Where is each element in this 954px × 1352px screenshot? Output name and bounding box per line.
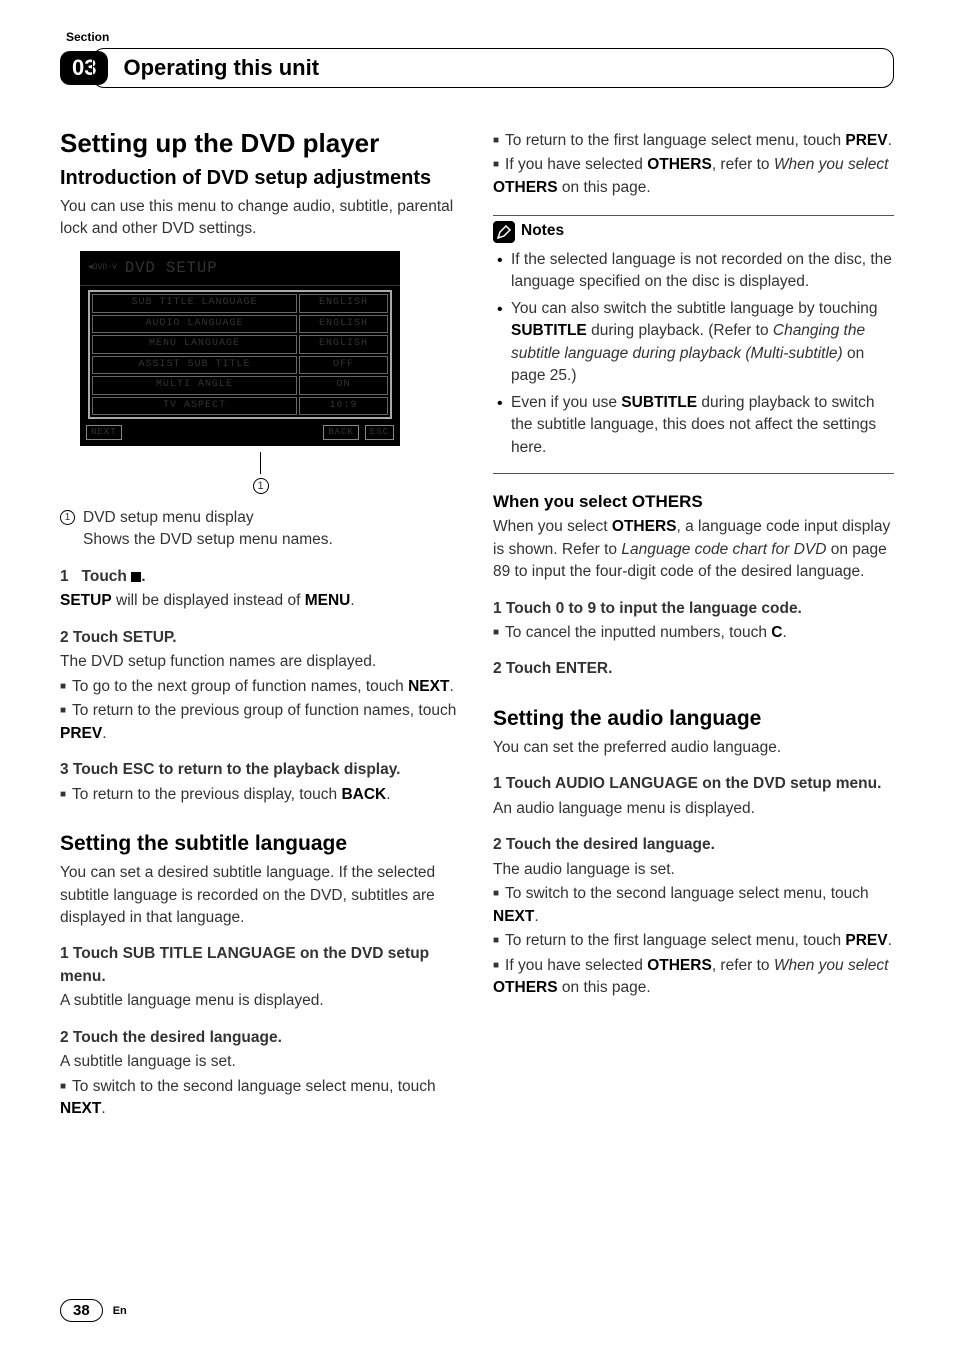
- note-3: Even if you use SUBTITLE during playback…: [493, 392, 894, 459]
- audio-step-1-body: An audio language menu is displayed.: [493, 798, 894, 820]
- note-1: If the selected language is not recorded…: [493, 249, 894, 294]
- dvd-setup-screenshot: ◄DVD-V DVD SETUP SUB TITLE LANGUAGEENGLI…: [80, 251, 400, 447]
- h2-audio-lang: Setting the audio language: [493, 707, 894, 731]
- step-2: 2 Touch SETUP.: [60, 627, 461, 649]
- sub-step-2-li1: ■To switch to the second language select…: [60, 1076, 461, 1121]
- section-label: Section: [66, 30, 894, 44]
- step-2-li1: ■To go to the next group of function nam…: [60, 676, 461, 698]
- step-3: 3 Touch ESC to return to the playback di…: [60, 759, 461, 781]
- audio-li3: ■If you have selected OTHERS, refer to W…: [493, 955, 894, 1000]
- page-number: 38: [60, 1299, 103, 1322]
- h1-setting-up: Setting up the DVD player: [60, 128, 461, 159]
- h2-subtitle-lang: Setting the subtitle language: [60, 832, 461, 856]
- pencil-icon: [493, 221, 515, 243]
- screen-esc-button: ESC: [365, 425, 394, 440]
- audio-intro: You can set the preferred audio language…: [493, 737, 894, 759]
- table-row: ASSIST SUB TITLEOFF: [92, 356, 388, 375]
- header-bar: 03 Operating this unit: [60, 48, 894, 88]
- h3-others: When you select OTHERS: [493, 492, 894, 512]
- note-2: You can also switch the subtitle languag…: [493, 298, 894, 388]
- sub-step-2-body: A subtitle language is set.: [60, 1051, 461, 1073]
- step-2-body: The DVD setup function names are display…: [60, 651, 461, 673]
- others-step-1: 1 Touch 0 to 9 to input the language cod…: [493, 598, 894, 620]
- callout-badge-1: 1: [60, 510, 75, 525]
- table-row: MULTI ANGLEON: [92, 376, 388, 395]
- table-row: TV ASPECT16:9: [92, 397, 388, 416]
- notes-list: If the selected language is not recorded…: [493, 249, 894, 474]
- intro-text: You can use this menu to change audio, s…: [60, 196, 461, 241]
- table-row: SUB TITLE LANGUAGEENGLISH: [92, 294, 388, 313]
- audio-step-2: 2 Touch the desired language.: [493, 834, 894, 856]
- screen-title: DVD SETUP: [125, 257, 218, 279]
- screen-back-button: BACK: [323, 425, 359, 440]
- sub-step-2: 2 Touch the desired language.: [60, 1027, 461, 1049]
- notes-header: Notes: [493, 215, 894, 242]
- screen-next-button: NEXT: [86, 425, 122, 440]
- header-title-box: Operating this unit: [92, 48, 894, 88]
- content-columns: Setting up the DVD player Introduction o…: [60, 128, 894, 1121]
- page-lang: En: [113, 1305, 127, 1317]
- sub-step-1: 1 Touch SUB TITLE LANGUAGE on the DVD se…: [60, 943, 461, 988]
- right-column: ■To return to the first language select …: [493, 128, 894, 1121]
- step-2-li2: ■To return to the previous group of func…: [60, 700, 461, 745]
- others-intro: When you select OTHERS, a language code …: [493, 516, 894, 583]
- dvd-tag: ◄DVD-V: [88, 264, 117, 272]
- audio-step-2-body: The audio language is set.: [493, 859, 894, 881]
- audio-li2: ■To return to the first language select …: [493, 930, 894, 952]
- page-footer: 38 En: [60, 1299, 127, 1322]
- callout-desc: DVD setup menu display: [83, 507, 461, 529]
- subtitle-intro: You can set a desired subtitle language.…: [60, 862, 461, 929]
- notes-title: Notes: [521, 220, 564, 242]
- step-1-body: SETUP will be displayed instead of MENU.: [60, 590, 461, 612]
- callout-list: 1 DVD setup menu display Shows the DVD s…: [60, 507, 461, 552]
- others-step-1-li: ■To cancel the inputted numbers, touch C…: [493, 622, 894, 644]
- audio-step-1: 1 Touch AUDIO LANGUAGE on the DVD setup …: [493, 773, 894, 795]
- callout-number-icon: 1: [253, 478, 269, 494]
- callout-sub: Shows the DVD setup menu names.: [83, 529, 461, 551]
- audio-li1: ■To switch to the second language select…: [493, 883, 894, 928]
- table-row: MENU LANGUAGEENGLISH: [92, 335, 388, 354]
- top-li2: ■If you have selected OTHERS, refer to W…: [493, 154, 894, 199]
- left-column: Setting up the DVD player Introduction o…: [60, 128, 461, 1121]
- others-step-2: 2 Touch ENTER.: [493, 658, 894, 680]
- step-1: 1 Touch .: [60, 566, 461, 588]
- screen-table: SUB TITLE LANGUAGEENGLISH AUDIO LANGUAGE…: [88, 290, 392, 419]
- h2-intro-adjust: Introduction of DVD setup adjustments: [60, 167, 461, 190]
- sub-step-1-body: A subtitle language menu is displayed.: [60, 990, 461, 1012]
- stop-icon: [131, 572, 141, 582]
- header-title: Operating this unit: [123, 55, 319, 80]
- top-li1: ■To return to the first language select …: [493, 130, 894, 152]
- screenshot-callout: 1: [60, 452, 461, 496]
- table-row: AUDIO LANGUAGEENGLISH: [92, 315, 388, 334]
- step-3-li: ■To return to the previous display, touc…: [60, 784, 461, 806]
